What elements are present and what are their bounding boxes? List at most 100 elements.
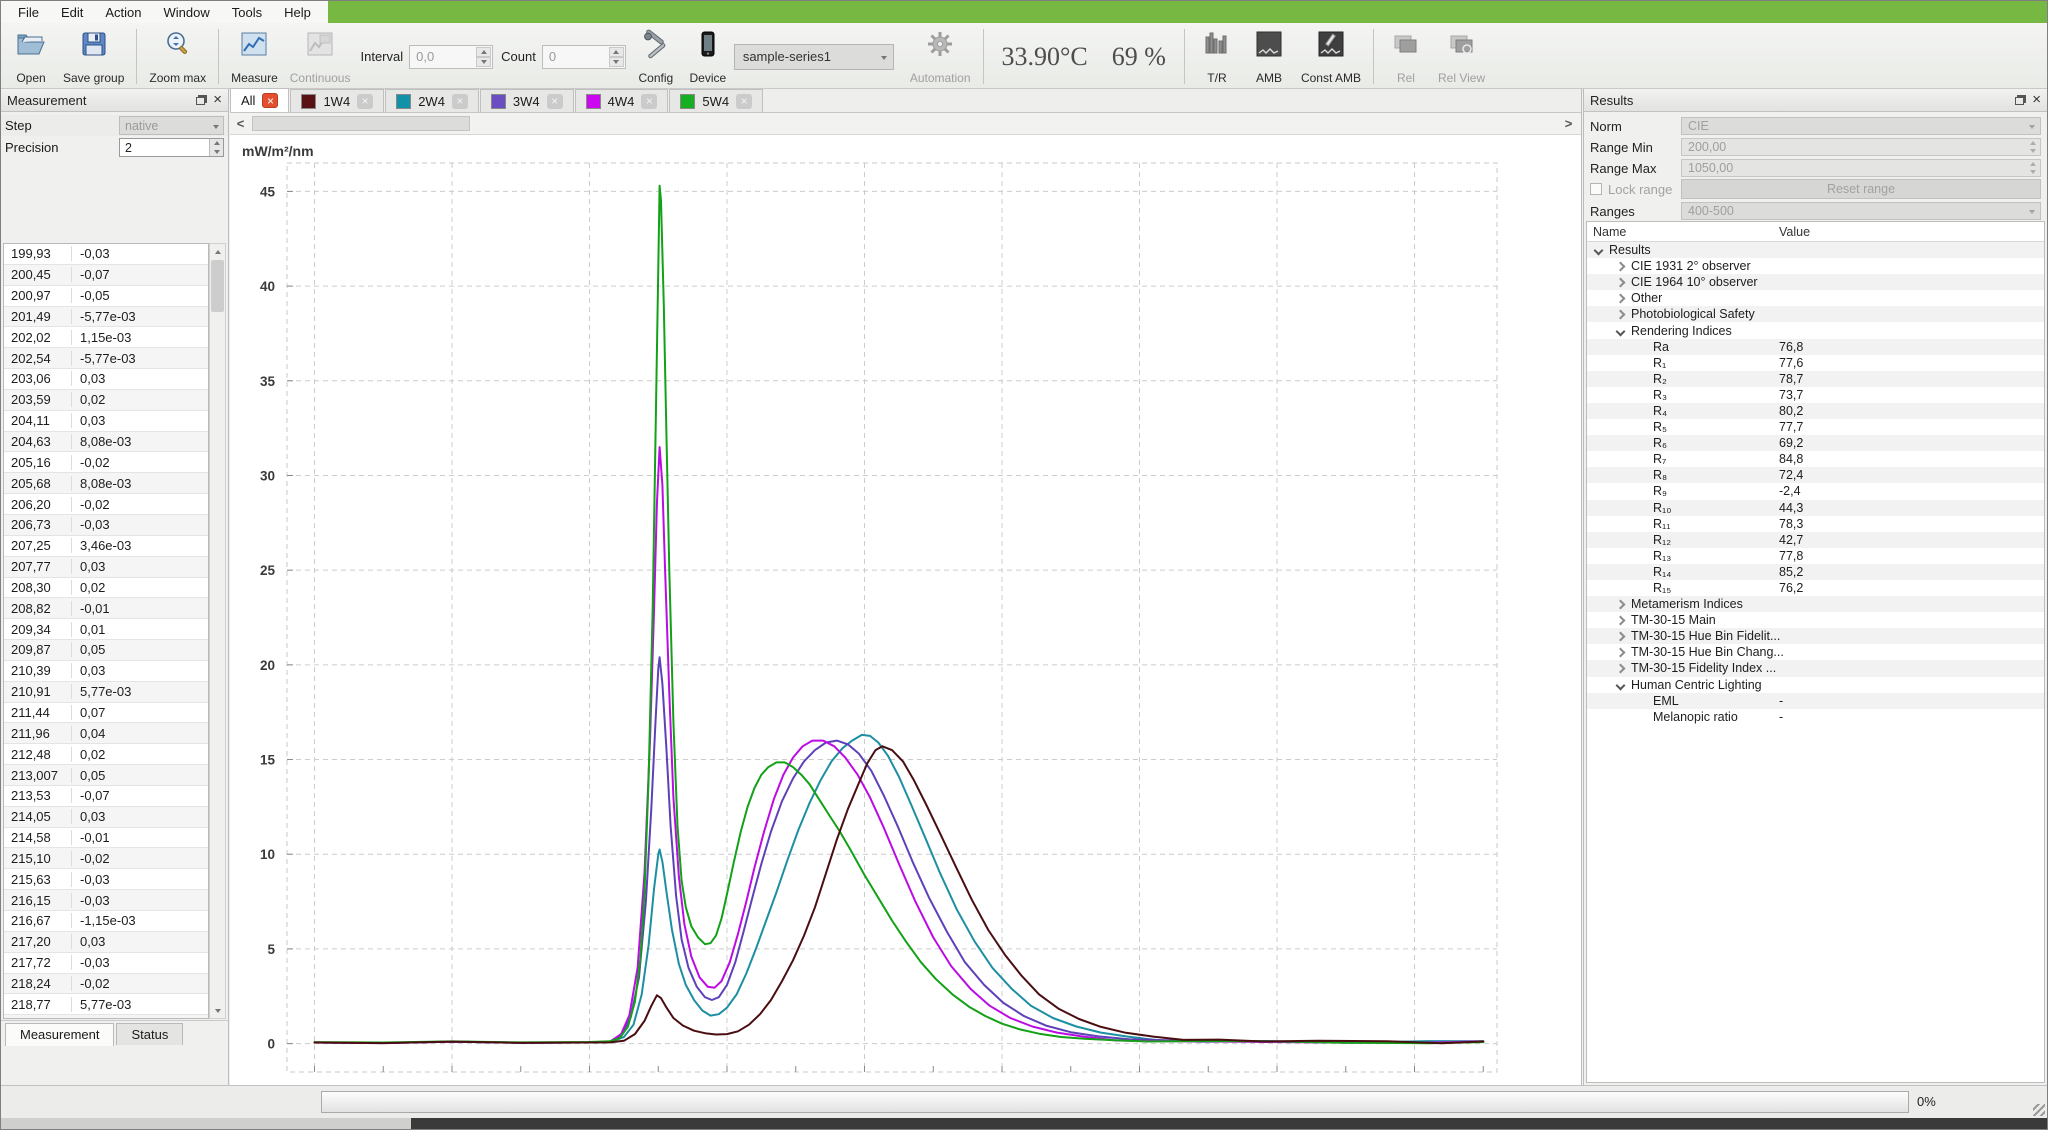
table-row[interactable]: 212,480,02 — [4, 744, 208, 765]
count-spin-arrows[interactable] — [609, 47, 624, 67]
scroll-right-icon[interactable]: > — [1560, 115, 1577, 132]
table-row[interactable]: 201,49-5,77e-03 — [4, 307, 208, 328]
float-panel-icon[interactable] — [196, 97, 205, 105]
chart-hscrollbar[interactable]: < > — [230, 113, 1581, 135]
table-row[interactable]: 215,63-0,03 — [4, 869, 208, 890]
table-row[interactable]: 219,290,03 — [4, 1015, 208, 1019]
precision-spin-arrows[interactable] — [209, 139, 223, 156]
scroll-up-icon[interactable] — [210, 244, 225, 259]
tr-button[interactable]: T/R — [1191, 25, 1243, 88]
close-tab-icon[interactable]: × — [736, 94, 752, 109]
scrollbar-thumb[interactable] — [211, 260, 224, 312]
float-panel-icon[interactable] — [2015, 97, 2024, 105]
tree-row[interactable]: TM-30-15 Hue Bin Chang... — [1587, 644, 2044, 660]
interval-input[interactable]: 0,0 — [409, 45, 493, 69]
menu-file[interactable]: File — [7, 3, 50, 22]
tree-row[interactable]: R₅77,7 — [1587, 419, 2044, 435]
tree-row[interactable]: R₄80,2 — [1587, 403, 2044, 419]
table-row[interactable]: 216,67-1,15e-03 — [4, 911, 208, 932]
table-row[interactable]: 218,775,77e-03 — [4, 994, 208, 1015]
table-row[interactable]: 207,253,46e-03 — [4, 536, 208, 557]
expand-icon[interactable] — [1615, 294, 1625, 304]
measure-button[interactable]: Measure — [225, 25, 284, 88]
tree-row[interactable]: TM-30-15 Fidelity Index ... — [1587, 660, 2044, 676]
tree-row[interactable]: R₁₄85,2 — [1587, 564, 2044, 580]
table-row[interactable]: 214,050,03 — [4, 807, 208, 828]
tree-row[interactable]: Melanopic ratio- — [1587, 709, 2044, 725]
table-row[interactable]: 202,021,15e-03 — [4, 327, 208, 348]
resize-grip-icon[interactable] — [2033, 1104, 2045, 1116]
table-row[interactable]: 200,45-0,07 — [4, 265, 208, 286]
table-row[interactable]: 209,340,01 — [4, 619, 208, 640]
chart-tab-all[interactable]: All× — [230, 88, 289, 112]
interval-spin-arrows[interactable] — [476, 47, 491, 67]
table-row[interactable]: 199,93-0,03 — [4, 244, 208, 265]
chart-tab-3w4[interactable]: 3W4× — [480, 89, 574, 112]
menu-window[interactable]: Window — [153, 3, 221, 22]
close-tab-icon[interactable]: × — [357, 94, 373, 109]
table-row[interactable]: 205,688,08e-03 — [4, 473, 208, 494]
table-row[interactable]: 216,15-0,03 — [4, 890, 208, 911]
expand-icon[interactable] — [1615, 664, 1625, 674]
tree-row[interactable]: R₆69,2 — [1587, 435, 2044, 451]
tree-row[interactable]: R₃73,7 — [1587, 387, 2044, 403]
close-tab-icon[interactable]: × — [452, 94, 468, 109]
amb-button[interactable]: AMB — [1243, 25, 1295, 88]
tree-row[interactable]: R₁₃77,8 — [1587, 548, 2044, 564]
close-panel-icon[interactable]: × — [2032, 95, 2041, 105]
tree-row[interactable]: R₇84,8 — [1587, 451, 2044, 467]
table-row[interactable]: 204,110,03 — [4, 411, 208, 432]
tree-row[interactable]: EML- — [1587, 693, 2044, 709]
tree-row[interactable]: TM-30-15 Main — [1587, 612, 2044, 628]
table-row[interactable]: 203,060,03 — [4, 369, 208, 390]
expand-icon[interactable] — [1615, 600, 1625, 610]
menu-help[interactable]: Help — [273, 3, 322, 22]
table-row[interactable]: 217,72-0,03 — [4, 953, 208, 974]
zoom-max-button[interactable]: Zoom max — [143, 25, 212, 88]
table-row[interactable]: 209,870,05 — [4, 640, 208, 661]
tree-row[interactable]: R₈72,4 — [1587, 467, 2044, 483]
menu-action[interactable]: Action — [94, 3, 152, 22]
open-button[interactable]: Open — [5, 25, 57, 88]
tree-row[interactable]: Ra76,8 — [1587, 339, 2044, 355]
table-row[interactable]: 211,440,07 — [4, 703, 208, 724]
spectrum-chart[interactable]: 2003004005006007008009001000051015202530… — [230, 136, 1580, 1086]
series-select[interactable]: sample-series1 — [734, 44, 894, 70]
table-row[interactable]: 206,73-0,03 — [4, 515, 208, 536]
chart-tab-2w4[interactable]: 2W4× — [385, 89, 479, 112]
table-row[interactable]: 213,53-0,07 — [4, 786, 208, 807]
tree-row[interactable]: CIE 1931 2° observer — [1587, 258, 2044, 274]
chart-tab-1w4[interactable]: 1W4× — [290, 89, 384, 112]
results-tree[interactable]: Name Value ResultsCIE 1931 2° observerCI… — [1586, 221, 2045, 1083]
config-button[interactable]: Config — [630, 25, 682, 88]
table-row[interactable]: 214,58-0,01 — [4, 828, 208, 849]
table-row[interactable]: 206,20-0,02 — [4, 494, 208, 515]
tab-measurement[interactable]: Measurement — [5, 1023, 114, 1046]
tree-row[interactable]: Metamerism Indices — [1587, 596, 2044, 612]
chart-tab-4w4[interactable]: 4W4× — [575, 89, 669, 112]
menu-edit[interactable]: Edit — [50, 3, 94, 22]
scroll-left-icon[interactable]: < — [232, 115, 249, 132]
tree-row[interactable]: R₁₅76,2 — [1587, 580, 2044, 596]
hscrollbar-thumb[interactable] — [252, 116, 470, 131]
table-row[interactable]: 205,16-0,02 — [4, 452, 208, 473]
table-row[interactable]: 211,960,04 — [4, 723, 208, 744]
tree-row[interactable]: Other — [1587, 290, 2044, 306]
count-input[interactable]: 0 — [542, 45, 626, 69]
table-row[interactable]: 200,97-0,05 — [4, 286, 208, 307]
menu-tools[interactable]: Tools — [221, 3, 273, 22]
tree-row[interactable]: TM-30-15 Hue Bin Fidelit... — [1587, 628, 2044, 644]
tree-row[interactable]: R₁₂42,7 — [1587, 532, 2044, 548]
device-button[interactable]: Device — [682, 25, 734, 88]
expand-icon[interactable] — [1615, 616, 1625, 626]
close-tab-icon[interactable]: × — [641, 94, 657, 109]
table-row[interactable]: 210,915,77e-03 — [4, 682, 208, 703]
expand-icon[interactable] — [1615, 632, 1625, 642]
table-row[interactable]: 217,200,03 — [4, 932, 208, 953]
table-row[interactable]: 213,0070,05 — [4, 765, 208, 786]
measurement-scrollbar[interactable] — [209, 243, 226, 1019]
close-tab-icon[interactable]: × — [262, 93, 278, 108]
close-panel-icon[interactable]: × — [213, 95, 222, 105]
precision-input[interactable]: 2 — [119, 138, 224, 157]
table-row[interactable]: 207,770,03 — [4, 557, 208, 578]
